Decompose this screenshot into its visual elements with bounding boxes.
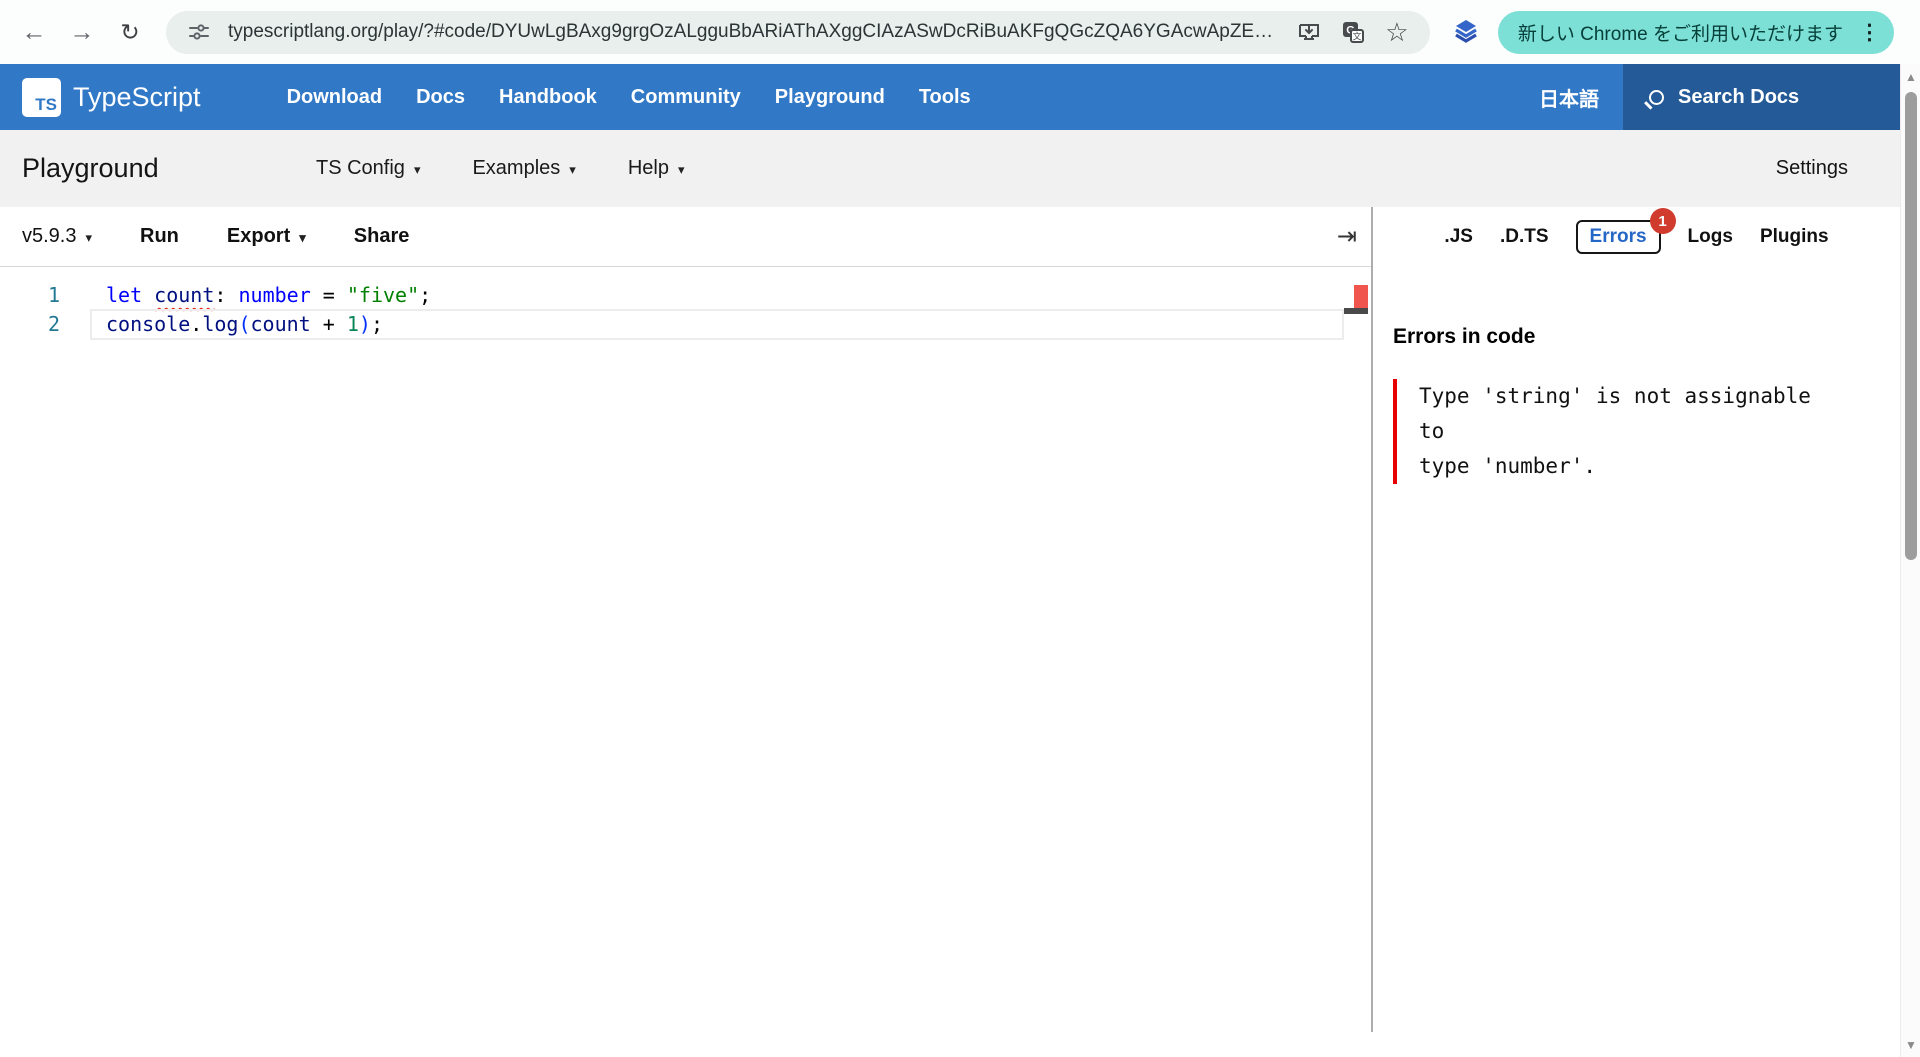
code-token: console (106, 312, 190, 336)
nav-item-download[interactable]: Download (287, 86, 383, 109)
site-title[interactable]: TypeScript (73, 82, 201, 113)
page-title: Playground (22, 153, 316, 184)
install-app-icon[interactable] (1294, 17, 1324, 47)
reload-icon[interactable]: ↻ (110, 12, 150, 52)
typescript-logo[interactable]: TS (22, 78, 61, 117)
nav-item-handbook[interactable]: Handbook (499, 86, 597, 109)
editor-toolbar: v5.9.3▾ Run Export▾ Share ⇥ (0, 207, 1371, 267)
error-message-line: type 'number'. (1419, 449, 1848, 484)
chevron-down-icon: ▾ (85, 230, 92, 245)
chevron-down-icon: ▾ (678, 162, 685, 177)
extension-icon[interactable] (1452, 18, 1480, 46)
code-token: 1 (347, 312, 359, 336)
code-token: ; (419, 283, 431, 307)
code-token: . (190, 312, 202, 336)
workspace: v5.9.3▾ Run Export▾ Share ⇥ 1 let count:… (0, 207, 1900, 1032)
error-message-line: Type 'string' is not assignable to (1419, 379, 1848, 449)
code-token: ; (371, 312, 383, 336)
scroll-up-icon[interactable]: ▲ (1901, 70, 1920, 84)
bookmark-star-icon[interactable]: ☆ (1382, 17, 1412, 47)
code-token: ) (359, 312, 371, 336)
search-docs-button[interactable]: Search Docs (1623, 64, 1900, 130)
code-token: = (311, 283, 347, 307)
code-token: let (106, 283, 154, 307)
search-docs-label: Search Docs (1678, 86, 1799, 109)
code-line-2: 2 console.log(count + 1); (0, 310, 1371, 339)
nav-item-community[interactable]: Community (631, 86, 741, 109)
code-token: number (238, 283, 310, 307)
tab-dts[interactable]: .D.TS (1500, 226, 1549, 248)
code-token: : (214, 283, 238, 307)
code-token: ( (238, 312, 250, 336)
share-button[interactable]: Share (354, 225, 410, 248)
browser-toolbar: ← → ↻ typescriptlang.org/play/?#code/DYU… (0, 0, 1920, 64)
playground-header: Playground TS Config▾ Examples▾ Help▾ Se… (0, 130, 1900, 207)
tab-plugins[interactable]: Plugins (1760, 226, 1829, 248)
editor-column: v5.9.3▾ Run Export▾ Share ⇥ 1 let count:… (0, 207, 1373, 1032)
results-sidebar: .JS .D.TS Errors1 Logs Plugins Errors in… (1373, 207, 1900, 1032)
code-token: "five" (347, 283, 419, 307)
menu-ts-config[interactable]: TS Config▾ (316, 157, 420, 180)
line-number: 2 (0, 310, 106, 339)
search-icon (1649, 90, 1664, 105)
overview-ruler-error-mark (1354, 285, 1368, 308)
code-editor[interactable]: 1 let count: number = "five"; 2 console.… (0, 267, 1371, 1032)
menu-examples[interactable]: Examples▾ (472, 157, 575, 180)
chrome-update-label: 新しい Chrome をご利用いただけます (1518, 19, 1843, 46)
back-icon[interactable]: ← (14, 12, 54, 52)
address-bar[interactable]: typescriptlang.org/play/?#code/DYUwLgBAx… (166, 11, 1430, 54)
page-scrollbar[interactable]: ▲ ▼ (1900, 64, 1920, 1057)
error-count-badge: 1 (1650, 208, 1676, 234)
chevron-down-icon: ▾ (569, 162, 576, 177)
error-message: Type 'string' is not assignable to type … (1393, 379, 1848, 484)
scrollbar-thumb[interactable] (1905, 92, 1917, 560)
code-line-1: 1 let count: number = "five"; (0, 281, 1371, 310)
code-text: let count: number = "five"; (106, 281, 431, 310)
collapse-sidebar-icon[interactable]: ⇥ (1337, 222, 1357, 251)
code-token: + (311, 312, 347, 336)
settings-button[interactable]: Settings (1776, 157, 1848, 180)
overview-ruler-cursor-mark (1344, 308, 1368, 314)
playground-menus: TS Config▾ Examples▾ Help▾ (316, 157, 684, 180)
tab-errors[interactable]: Errors1 (1576, 220, 1661, 254)
version-dropdown[interactable]: v5.9.3▾ (22, 225, 92, 248)
svg-text:文: 文 (1352, 31, 1361, 42)
export-dropdown[interactable]: Export▾ (227, 225, 306, 248)
line-number: 1 (0, 281, 106, 310)
errors-panel-title: Errors in code (1393, 325, 1870, 349)
scroll-down-icon[interactable]: ▼ (1901, 1038, 1920, 1052)
site-nav-links: Download Docs Handbook Community Playgro… (287, 86, 971, 109)
language-link[interactable]: 日本語 (1539, 83, 1599, 112)
run-button[interactable]: Run (140, 225, 179, 248)
chevron-down-icon: ▾ (299, 230, 306, 245)
site-navbar: TS TypeScript Download Docs Handbook Com… (0, 64, 1900, 130)
chrome-update-button[interactable]: 新しい Chrome をご利用いただけます ⋮ (1498, 11, 1894, 54)
nav-item-tools[interactable]: Tools (919, 86, 971, 109)
tab-js[interactable]: .JS (1444, 226, 1473, 248)
errors-panel: Errors in code Type 'string' is not assi… (1373, 267, 1900, 484)
url-text: typescriptlang.org/play/?#code/DYUwLgBAx… (228, 21, 1280, 43)
translate-icon[interactable]: G 文 (1338, 17, 1368, 47)
forward-icon[interactable]: → (62, 12, 102, 52)
site-info-icon[interactable] (184, 17, 214, 47)
code-token: count (251, 312, 311, 336)
code-token: log (202, 312, 238, 336)
chevron-down-icon: ▾ (414, 162, 421, 177)
nav-item-docs[interactable]: Docs (416, 86, 465, 109)
code-token-error: count (154, 283, 214, 307)
menu-help[interactable]: Help▾ (628, 157, 685, 180)
sidebar-tabs: .JS .D.TS Errors1 Logs Plugins (1373, 207, 1900, 267)
nav-item-playground[interactable]: Playground (775, 86, 885, 109)
code-text: console.log(count + 1); (106, 310, 383, 339)
browser-menu-icon[interactable]: ⋮ (1859, 20, 1880, 45)
tab-logs[interactable]: Logs (1688, 226, 1733, 248)
